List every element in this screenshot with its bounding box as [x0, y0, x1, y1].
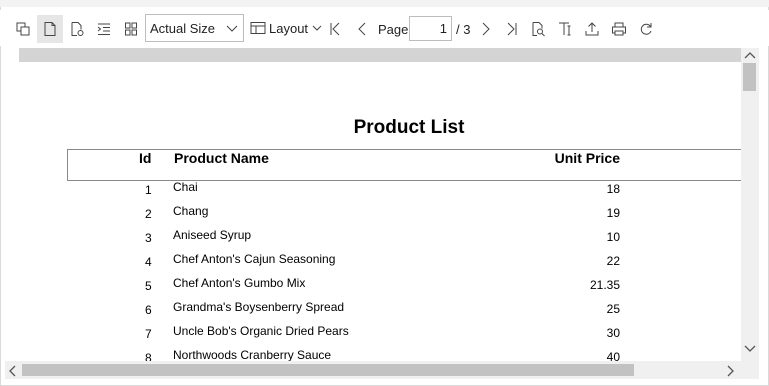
row-unit-price: 18: [606, 182, 620, 196]
first-page-icon: [330, 22, 340, 36]
next-page-icon: [482, 22, 490, 36]
single-page-icon: [44, 22, 56, 36]
row-id: 8: [145, 351, 152, 361]
row-unit-price: 21.35: [589, 278, 620, 292]
last-page-icon: [507, 22, 517, 36]
column-header-unit-price: Unit Price: [554, 150, 620, 166]
row-unit-price: 22: [606, 254, 620, 268]
row-unit-price: 40: [606, 350, 620, 361]
row-product-name: Northwoods Cranberry Sauce: [173, 348, 332, 361]
row-product-name: Uncle Bob's Organic Dried Pears: [173, 324, 349, 338]
outline-button[interactable]: [93, 15, 115, 43]
prev-page-icon: [358, 22, 366, 36]
page-label: Page: [378, 22, 409, 37]
page-number-input[interactable]: [409, 16, 452, 41]
prev-page-button[interactable]: [352, 15, 372, 43]
scroll-down-icon[interactable]: [744, 345, 756, 353]
layout-button[interactable]: Layout: [250, 14, 322, 42]
page-settings-icon: [71, 22, 84, 36]
row-id: 3: [145, 231, 152, 245]
layout-label: Layout: [269, 20, 309, 36]
multipage-button[interactable]: [120, 15, 142, 43]
print-button[interactable]: [609, 15, 629, 43]
row-product-name: Chef Anton's Cajun Seasoning: [173, 252, 336, 266]
row-id: 2: [145, 207, 152, 221]
row-product-name: Chef Anton's Gumbo Mix: [173, 276, 306, 290]
row-id: 4: [145, 255, 152, 269]
row-unit-price: 10: [606, 230, 620, 244]
search-icon: [532, 22, 545, 37]
chevron-down-icon: [226, 25, 238, 32]
zoom-select[interactable]: Actual Size: [145, 14, 244, 42]
zoom-select-value: Actual Size: [150, 20, 216, 36]
search-button[interactable]: [528, 15, 548, 43]
column-header-id: Id: [139, 150, 152, 166]
thumbnails-icon: [16, 22, 30, 36]
first-page-button[interactable]: [325, 15, 345, 43]
text-select-button[interactable]: [555, 15, 575, 43]
text-select-icon: [559, 22, 571, 36]
next-page-button[interactable]: [476, 15, 496, 43]
table-header: [67, 149, 741, 181]
layout-icon: [250, 22, 266, 34]
vertical-scrollbar[interactable]: [741, 48, 759, 361]
chevron-down-icon: [312, 25, 322, 31]
page-total: / 3: [456, 22, 471, 37]
scroll-right-icon[interactable]: [727, 365, 735, 377]
multipage-icon: [125, 22, 137, 36]
top-strip: [0, 0, 769, 7]
row-product-name: Chai: [173, 180, 198, 194]
report-title: Product List: [353, 117, 465, 138]
row-id: 6: [145, 303, 152, 317]
report-page: Product List Id Product Name Unit Price …: [19, 62, 741, 361]
outline-icon: [97, 23, 110, 35]
refresh-icon: [640, 23, 652, 35]
row-unit-price: 19: [606, 206, 620, 220]
page-settings-button[interactable]: [66, 15, 88, 43]
row-id: 5: [145, 279, 152, 293]
single-page-button[interactable]: [37, 15, 63, 43]
export-icon: [585, 22, 599, 36]
refresh-button[interactable]: [636, 15, 656, 43]
report-canvas: Product List Id Product Name Unit Price …: [19, 48, 741, 361]
scroll-left-icon[interactable]: [8, 365, 16, 377]
vertical-scroll-thumb[interactable]: [743, 63, 756, 91]
scroll-up-icon[interactable]: [744, 51, 756, 59]
column-header-product-name: Product Name: [174, 150, 269, 166]
row-id: 7: [145, 327, 152, 341]
export-button[interactable]: [582, 15, 602, 43]
row-unit-price: 30: [606, 326, 620, 340]
row-id: 1: [145, 183, 152, 197]
thumbnails-button[interactable]: [12, 15, 34, 43]
last-page-button[interactable]: [502, 15, 522, 43]
print-icon: [612, 22, 626, 36]
row-product-name: Aniseed Syrup: [173, 228, 252, 242]
horizontal-scroll-thumb[interactable]: [22, 364, 634, 376]
row-product-name: Chang: [173, 204, 209, 218]
horizontal-scrollbar[interactable]: [5, 361, 759, 379]
row-unit-price: 25: [606, 302, 620, 316]
row-product-name: Grandma's Boysenberry Spread: [173, 300, 345, 314]
